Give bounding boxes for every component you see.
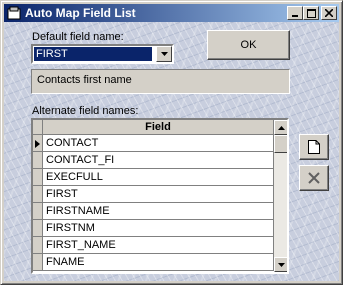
delete-field-button[interactable] [299,165,329,191]
table-row[interactable]: EXECFULL [33,169,274,186]
chevron-up-icon [278,125,285,130]
delete-x-icon [308,172,320,184]
app-icon [7,6,21,20]
row-selector[interactable] [33,237,43,254]
table-row[interactable]: FIRST_NAME [33,237,274,254]
row-selector[interactable] [33,169,43,186]
window-title: Auto Map Field List [25,6,136,20]
alternate-field-label: Alternate field names: [32,105,139,117]
row-selector[interactable] [33,152,43,169]
default-field-select[interactable]: FIRST [31,44,174,64]
dialog-body: Default field name: FIRST OK Contacts fi… [4,22,339,281]
table-cell[interactable]: FIRST_NAME [43,237,274,254]
table-row[interactable]: FIRSTNM [33,220,274,237]
table-cell[interactable]: CONTACT_FI [43,152,274,169]
table-cell[interactable]: FIRST [43,186,274,203]
alternate-field-grid[interactable]: Field CONTACT CONTACT_FI EXECFULL FIRST … [31,118,289,274]
table-cell[interactable]: FIRSTNAME [43,203,274,220]
maximize-button[interactable] [303,6,319,20]
ok-label: OK [240,39,257,51]
table-row[interactable]: CONTACT_FI [33,152,274,169]
row-selector[interactable] [33,203,43,220]
table-row[interactable]: FIRSTNAME [33,203,274,220]
title-bar: Auto Map Field List [4,4,339,22]
ok-button[interactable]: OK [207,30,290,60]
dialog-window: Auto Map Field List Default field name: … [0,0,343,285]
table-row[interactable]: CONTACT [33,135,274,152]
dropdown-button[interactable] [156,46,172,62]
default-field-value: FIRST [34,47,152,61]
minimize-icon [292,15,298,17]
close-button[interactable] [321,6,337,20]
scroll-up-button[interactable] [274,120,287,135]
chevron-down-icon [278,262,285,267]
chevron-down-icon [160,52,168,56]
table-cell[interactable]: CONTACT [43,135,274,152]
table-cell[interactable]: EXECFULL [43,169,274,186]
row-selector[interactable] [33,220,43,237]
row-selector[interactable] [33,135,43,152]
scroll-thumb[interactable] [274,135,287,153]
table-cell[interactable]: FIRSTNM [43,220,274,237]
field-description: Contacts first name [31,69,290,94]
vertical-scrollbar[interactable] [274,120,287,272]
maximize-icon [306,8,316,18]
table-row[interactable]: FNAME [33,254,274,271]
scroll-down-button[interactable] [274,257,287,272]
row-selector[interactable] [33,254,43,271]
minimize-button[interactable] [287,6,303,20]
table-row[interactable]: FIRST [33,186,274,203]
row-selector[interactable] [33,186,43,203]
add-field-button[interactable] [299,134,329,160]
table-cell[interactable]: FNAME [43,254,274,271]
select-all-header[interactable] [33,120,43,135]
default-field-label: Default field name: [32,31,124,43]
column-header-field[interactable]: Field [43,120,274,135]
new-document-icon [308,140,320,154]
close-icon [325,9,333,17]
current-row-arrow-icon [35,140,40,148]
